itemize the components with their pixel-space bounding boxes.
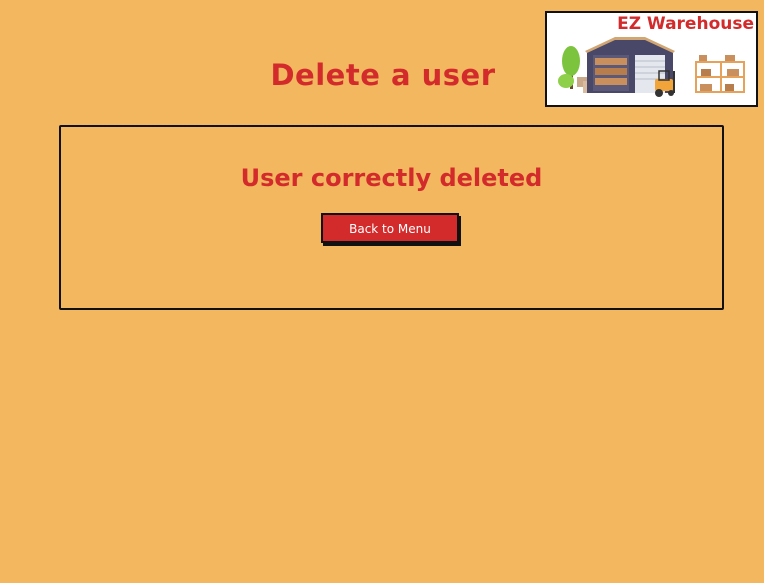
result-panel: User correctly deleted Back to Menu bbox=[59, 125, 724, 310]
status-message: User correctly deleted bbox=[240, 164, 543, 192]
delete-user-page: EZ Warehouse Delete a user User correctl… bbox=[0, 0, 764, 583]
back-to-menu-button[interactable]: Back to Menu bbox=[321, 213, 459, 243]
page-title: Delete a user bbox=[270, 58, 496, 92]
